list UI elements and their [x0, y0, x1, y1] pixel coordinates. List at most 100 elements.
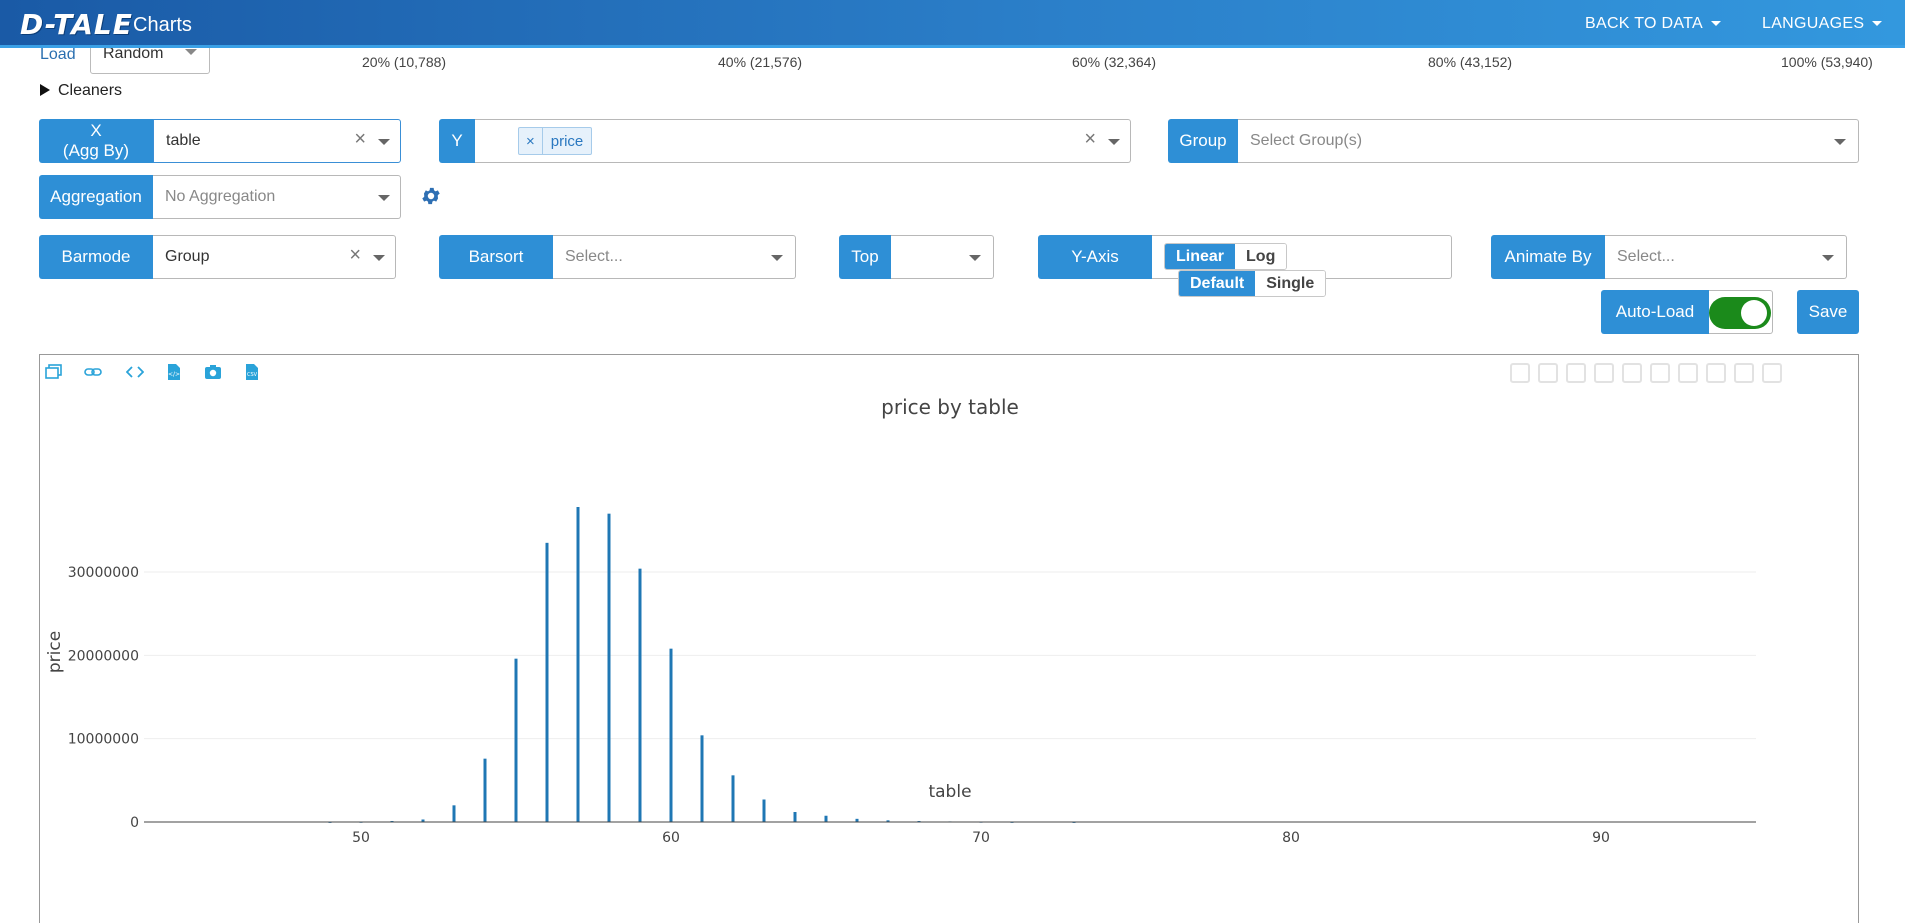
chevron-down-icon: [969, 255, 981, 261]
x-tick-label: 60: [662, 830, 680, 846]
x-tick-label: 50: [352, 830, 370, 846]
dtale-logo[interactable]: D-TALE: [20, 8, 133, 41]
auto-load-label: Auto-Load: [1601, 290, 1709, 334]
x-axis-select[interactable]: table ×: [153, 119, 401, 163]
cleaners-toggle[interactable]: Cleaners: [40, 82, 122, 100]
single-button[interactable]: Single: [1255, 271, 1326, 296]
barmode-label: Barmode: [39, 235, 153, 279]
aggregation-placeholder: No Aggregation: [165, 188, 276, 205]
chart-title: price by table: [881, 395, 1019, 419]
chart-grid: [144, 571, 1756, 740]
y-tick-label: 10000000: [68, 732, 139, 748]
auto-load-toggle-box: [1709, 290, 1773, 334]
load-label: Load: [40, 46, 76, 63]
clear-icon[interactable]: ×: [1084, 128, 1096, 151]
page-title: Charts: [133, 14, 192, 36]
barmode-value: Group: [165, 248, 210, 265]
chevron-down-icon: [378, 195, 390, 201]
chevron-down-icon: [378, 139, 390, 145]
x-tick-label: 70: [972, 830, 990, 846]
bar: [483, 758, 487, 822]
x-axis-label: X (Agg By): [39, 119, 153, 163]
toggle-knob: [1741, 300, 1767, 326]
animate-by-label: Animate By: [1491, 235, 1605, 279]
bar-chart[interactable]: 50 60 70 80 90 0 10000000 20000000 30000000 pri…: [40, 355, 1858, 923]
linear-button[interactable]: Linear: [1165, 244, 1236, 269]
progress-marker[interactable]: 40% (21,576): [718, 54, 802, 70]
barsort-label: Barsort: [439, 235, 553, 279]
bar: [824, 815, 828, 822]
caret-down-icon: [1711, 21, 1721, 27]
x-tick-label: 90: [1592, 830, 1610, 846]
progress-marker[interactable]: 20% (10,788): [362, 54, 446, 70]
y-tick-label: 30000000: [68, 565, 139, 581]
barsort-control: Barsort Select...: [439, 235, 796, 279]
bar: [700, 735, 704, 822]
barmode-select[interactable]: Group ×: [153, 235, 396, 279]
top-navbar: D-TALE Charts BACK TO DATA LANGUAGES: [0, 0, 1905, 48]
barsort-placeholder: Select...: [565, 248, 623, 265]
clear-icon[interactable]: ×: [354, 128, 366, 151]
default-button[interactable]: Default: [1179, 271, 1256, 296]
y-axis-ticks: 0 10000000 20000000 30000000: [68, 565, 139, 831]
auto-load-toggle[interactable]: [1709, 297, 1771, 329]
save-button[interactable]: Save: [1797, 290, 1859, 334]
y-tick-label: 20000000: [68, 648, 139, 664]
group-control: Group Select Group(s): [1168, 119, 1859, 163]
chevron-down-icon: [1834, 139, 1846, 145]
progress-marker[interactable]: 100% (53,940): [1781, 54, 1873, 70]
barsort-select[interactable]: Select...: [553, 235, 796, 279]
x-axis-control: X (Agg By) table ×: [39, 119, 401, 163]
chevron-down-icon: [1822, 255, 1834, 261]
axis-mode-toggle: Default Single: [1178, 270, 1327, 297]
top-control: Top: [839, 235, 994, 279]
y-axis-control: Y × price ×: [439, 119, 1131, 163]
chevron-down-icon: [373, 255, 385, 261]
chart-panel: </> CSV 50 60 70 80 90 0 10000000 20000000 3000…: [39, 354, 1859, 923]
scale-toggle: Linear Log: [1164, 243, 1288, 270]
top-select[interactable]: [891, 235, 994, 279]
progress-marker[interactable]: 60% (32,364): [1072, 54, 1156, 70]
log-button[interactable]: Log: [1235, 244, 1287, 269]
bar: [762, 799, 766, 822]
x-tick-label: 80: [1282, 830, 1300, 846]
y-axis-label: price: [45, 631, 65, 673]
aggregation-control: Aggregation No Aggregation: [39, 175, 401, 219]
languages-label: LANGUAGES: [1762, 15, 1865, 32]
y-tag-label: price: [550, 132, 584, 150]
y-axis-type-control: Y-Axis Linear Log Default Single: [1038, 235, 1452, 297]
remove-tag-icon[interactable]: ×: [519, 128, 543, 154]
y-axis-type-options: Linear Log Default Single: [1152, 235, 1452, 297]
bar: [669, 648, 673, 822]
back-to-data-menu[interactable]: BACK TO DATA: [1585, 15, 1721, 33]
animate-by-placeholder: Select...: [1617, 248, 1675, 265]
clear-icon[interactable]: ×: [349, 244, 361, 267]
languages-menu[interactable]: LANGUAGES: [1762, 15, 1883, 33]
chevron-down-icon: [771, 255, 783, 261]
animate-by-select[interactable]: Select...: [1605, 235, 1847, 279]
aggregation-select[interactable]: No Aggregation: [153, 175, 401, 219]
y-axis-label: Y: [439, 119, 475, 163]
back-to-data-label: BACK TO DATA: [1585, 15, 1703, 32]
bar: [545, 542, 549, 822]
bar: [576, 507, 580, 822]
progress-marker[interactable]: 80% (43,152): [1428, 54, 1512, 70]
chevron-down-icon: [185, 49, 197, 55]
bar: [793, 812, 797, 822]
bar: [452, 805, 456, 822]
gear-icon[interactable]: [420, 185, 442, 207]
y-axis-type-label: Y-Axis: [1038, 235, 1152, 279]
chevron-down-icon: [1108, 139, 1120, 145]
x-axis-ticks: 50 60 70 80 90: [352, 830, 1610, 846]
y-axis-multiselect[interactable]: × price ×: [475, 119, 1131, 163]
bar: [607, 513, 611, 822]
group-select[interactable]: Select Group(s): [1238, 119, 1859, 163]
x-axis-label: table: [928, 782, 971, 802]
y-tick-label: 0: [130, 815, 139, 831]
bar: [638, 568, 642, 822]
y-value-tag: × price: [518, 127, 593, 155]
aggregation-label: Aggregation: [39, 175, 153, 219]
x-axis-value: table: [166, 132, 201, 149]
group-placeholder: Select Group(s): [1250, 132, 1363, 149]
top-label: Top: [839, 235, 891, 279]
